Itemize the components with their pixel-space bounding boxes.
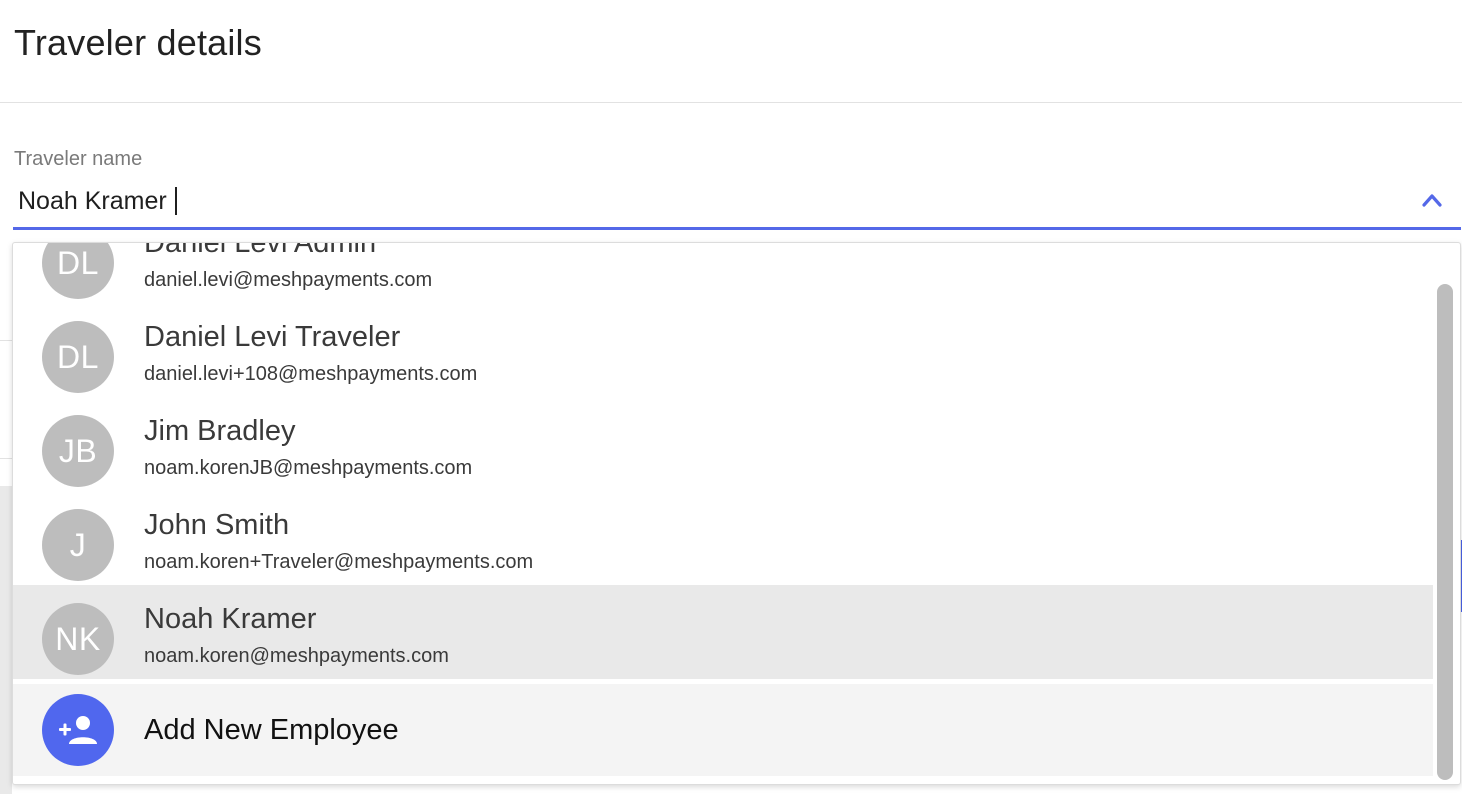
- option-email: noam.koren+Traveler@meshpayments.com: [144, 551, 534, 573]
- avatar: NK: [42, 603, 114, 675]
- option-email: daniel.levi+108@meshpayments.com: [144, 363, 478, 385]
- background-divider: [0, 340, 12, 341]
- option-email: noam.koren@meshpayments.com: [144, 645, 449, 667]
- option-name: John Smith: [144, 509, 290, 541]
- add-new-employee-label: Add New Employee: [144, 714, 399, 746]
- page-title: Traveler details: [14, 22, 262, 63]
- background-panel: [0, 486, 12, 794]
- traveler-details-page: Traveler details Traveler name Noah Kram…: [0, 0, 1462, 794]
- traveler-name-value: Noah Kramer: [18, 186, 167, 215]
- add-person-icon: [42, 694, 114, 766]
- header-divider: [0, 102, 1462, 103]
- option-email: daniel.levi@meshpayments.com: [144, 269, 433, 291]
- traveler-name-input[interactable]: Noah Kramer: [18, 184, 1398, 218]
- traveler-dropdown: DL Daniel Levi Admin daniel.levi@meshpay…: [12, 242, 1461, 785]
- add-new-employee-option[interactable]: Add New Employee: [13, 684, 1433, 776]
- avatar: DL: [42, 243, 114, 299]
- add-person-glyph: [59, 716, 97, 744]
- background-divider: [0, 458, 12, 459]
- traveler-name-label: Traveler name: [14, 148, 143, 170]
- chevron-up-icon[interactable]: [1421, 192, 1443, 208]
- option-name: Daniel Levi Admin: [144, 242, 377, 259]
- traveler-option-highlighted[interactable]: NK Noah Kramer noam.koren@meshpayments.c…: [13, 585, 1433, 679]
- option-name: Jim Bradley: [144, 415, 296, 447]
- traveler-option[interactable]: DL Daniel Levi Admin daniel.levi@meshpay…: [13, 242, 1433, 303]
- traveler-option[interactable]: JB Jim Bradley noam.korenJB@meshpayments…: [13, 397, 1433, 491]
- option-name: Daniel Levi Traveler: [144, 321, 401, 353]
- traveler-option[interactable]: J John Smith noam.koren+Traveler@meshpay…: [13, 491, 1433, 585]
- traveler-name-field[interactable]: Noah Kramer: [13, 178, 1461, 230]
- option-email: noam.korenJB@meshpayments.com: [144, 457, 473, 479]
- traveler-option-list: DL Daniel Levi Admin daniel.levi@meshpay…: [13, 242, 1433, 679]
- text-cursor: [174, 187, 177, 215]
- option-name: Noah Kramer: [144, 603, 317, 635]
- avatar: J: [42, 509, 114, 581]
- traveler-option[interactable]: DL Daniel Levi Traveler daniel.levi+108@…: [13, 303, 1433, 397]
- avatar: DL: [42, 321, 114, 393]
- dropdown-scrollbar[interactable]: [1437, 284, 1453, 780]
- avatar: JB: [42, 415, 114, 487]
